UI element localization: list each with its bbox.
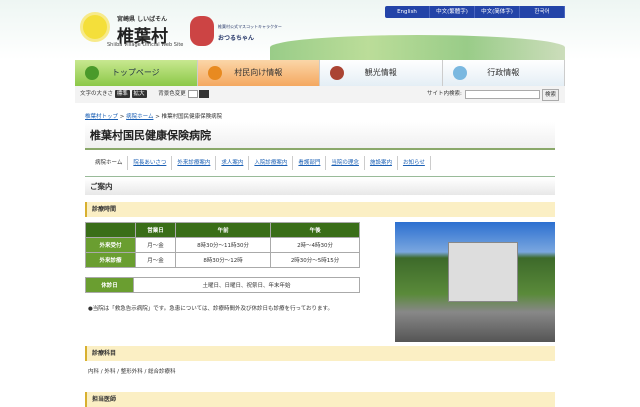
guide-heading: ご案内 <box>85 178 555 195</box>
breadcrumb-hospital-home[interactable]: 病院ホーム <box>126 114 153 120</box>
leaf-icon <box>452 66 467 80</box>
table-cell: 月〜金 <box>135 252 176 268</box>
table-cell: 2時30分〜5時15分 <box>270 252 360 268</box>
table-cell: 2時〜4時30分 <box>270 237 360 253</box>
toolbar: 文字の大きさ 標準 拡大 背景色変更 サイト内検索: 検索 <box>75 86 565 103</box>
bg-black-button[interactable] <box>199 89 210 98</box>
subnav-director-greeting[interactable]: 院長あいさつ <box>128 156 173 170</box>
main-nav: トップページ 村民向け情報 観光情報 行政情報 <box>75 60 565 86</box>
font-size-label: 文字の大きさ <box>80 91 114 97</box>
table-cell: 月〜金 <box>135 237 176 253</box>
subnav-philosophy[interactable]: 当院の理念 <box>326 156 365 170</box>
mascot-name: おつるちゃん <box>218 35 255 42</box>
leaf-icon <box>85 66 99 80</box>
leaf-icon <box>207 66 222 80</box>
subnav-inpatient[interactable]: 入院診療案内 <box>249 156 294 170</box>
row-label: 外来診療 <box>85 252 136 268</box>
nav-label: 村民向け情報 <box>234 68 283 77</box>
mascot-caption: 椎葉村公式マスコットキャラクター <box>218 24 282 29</box>
mascot-icon <box>330 66 344 80</box>
table-header: 営業日 <box>135 222 176 238</box>
table-header: 午前 <box>174 222 272 238</box>
site-header: 宮崎県 しいばそん 椎葉村 Shiiba Village Official We… <box>0 0 640 60</box>
nav-tourism[interactable]: 観光情報 <box>320 60 443 86</box>
hospital-subnav: 病院ホーム 院長あいさつ 外来診療案内 求人案内 入院診療案内 看護部門 当院の… <box>90 156 431 170</box>
closed-value: 土曜日、日曜日、祝祭日、年末年始 <box>133 277 360 293</box>
subnav-jobs[interactable]: 求人案内 <box>216 156 250 170</box>
nav-top[interactable]: トップページ <box>75 60 198 86</box>
lang-zh-simplified[interactable]: 中文(简体字) <box>475 6 520 18</box>
table-row: 外来受付 月〜金 8時30分〜11時30分 2時〜4時30分 <box>85 237 360 253</box>
font-large-button[interactable]: 拡大 <box>131 90 147 98</box>
nav-label: 観光情報 <box>364 68 397 77</box>
breadcrumb-top[interactable]: 椎葉村トップ <box>85 114 118 120</box>
row-label: 外来受付 <box>85 237 136 253</box>
search-input[interactable] <box>465 90 540 99</box>
bg-color-label: 背景色変更 <box>158 91 186 97</box>
bg-white-button[interactable] <box>187 89 198 98</box>
hours-table: 営業日 午前 午後 外来受付 月〜金 8時30分〜11時30分 2時〜4時30分 外来診療… <box>85 222 360 268</box>
subnav-hospital-home[interactable]: 病院ホーム <box>90 156 129 170</box>
nav-label: トップページ <box>111 68 160 77</box>
lang-english[interactable]: English <box>385 6 430 18</box>
subnav-nursing[interactable]: 看護部門 <box>293 156 327 170</box>
closed-days-table: 休診日 土曜日、日曜日、祝祭日、年末年始 <box>85 277 360 293</box>
breadcrumb-current: 椎葉村国民健康保険病院 <box>161 114 223 120</box>
departments-text: 内科 / 外科 / 整形外科 / 総合診療科 <box>88 369 176 375</box>
nav-administration[interactable]: 行政情報 <box>442 60 565 86</box>
divider <box>85 176 555 177</box>
logo-subtitle: Shiiba Village Official Web Site <box>107 42 184 48</box>
breadcrumb: 椎葉村トップ > 病院ホーム > 椎葉村国民健康保険病院 <box>85 114 223 120</box>
lang-zh-traditional[interactable]: 中文(繁體字) <box>430 6 475 18</box>
nav-label: 行政情報 <box>487 68 520 77</box>
hours-heading: 診療時間 <box>85 202 555 217</box>
search-label: サイト内検索: <box>427 91 462 97</box>
emergency-note: ●当院は「救急告示病院」です。急患については、診療時間外及び休診日も診療を行って… <box>88 306 333 312</box>
nav-residents[interactable]: 村民向け情報 <box>197 60 320 86</box>
closed-label: 休診日 <box>85 277 134 293</box>
subnav-facilities[interactable]: 施設案内 <box>365 156 398 170</box>
search-button[interactable]: 検索 <box>542 89 560 101</box>
table-cell: 8時30分〜11時30分 <box>174 237 272 253</box>
table-header <box>85 222 136 238</box>
subnav-outpatient[interactable]: 外来診療案内 <box>172 156 217 170</box>
hospital-building <box>448 242 518 302</box>
village-logo-icon[interactable] <box>80 12 110 42</box>
page-title: 椎葉村国民健康保険病院 <box>85 122 555 150</box>
language-bar: English 中文(繁體字) 中文(简体字) 한국어 <box>385 6 565 18</box>
table-header: 午後 <box>270 222 360 238</box>
subnav-news[interactable]: お知らせ <box>398 156 431 170</box>
departments-heading: 診療科目 <box>85 346 555 361</box>
lang-korean[interactable]: 한국어 <box>520 6 565 18</box>
table-row: 外来診療 月〜金 8時30分〜12時 2時30分〜5時15分 <box>85 252 360 268</box>
font-standard-button[interactable]: 標準 <box>114 90 130 98</box>
mascot-image <box>190 16 214 46</box>
header-illustration <box>270 35 565 60</box>
table-cell: 8時30分〜12時 <box>174 252 272 268</box>
